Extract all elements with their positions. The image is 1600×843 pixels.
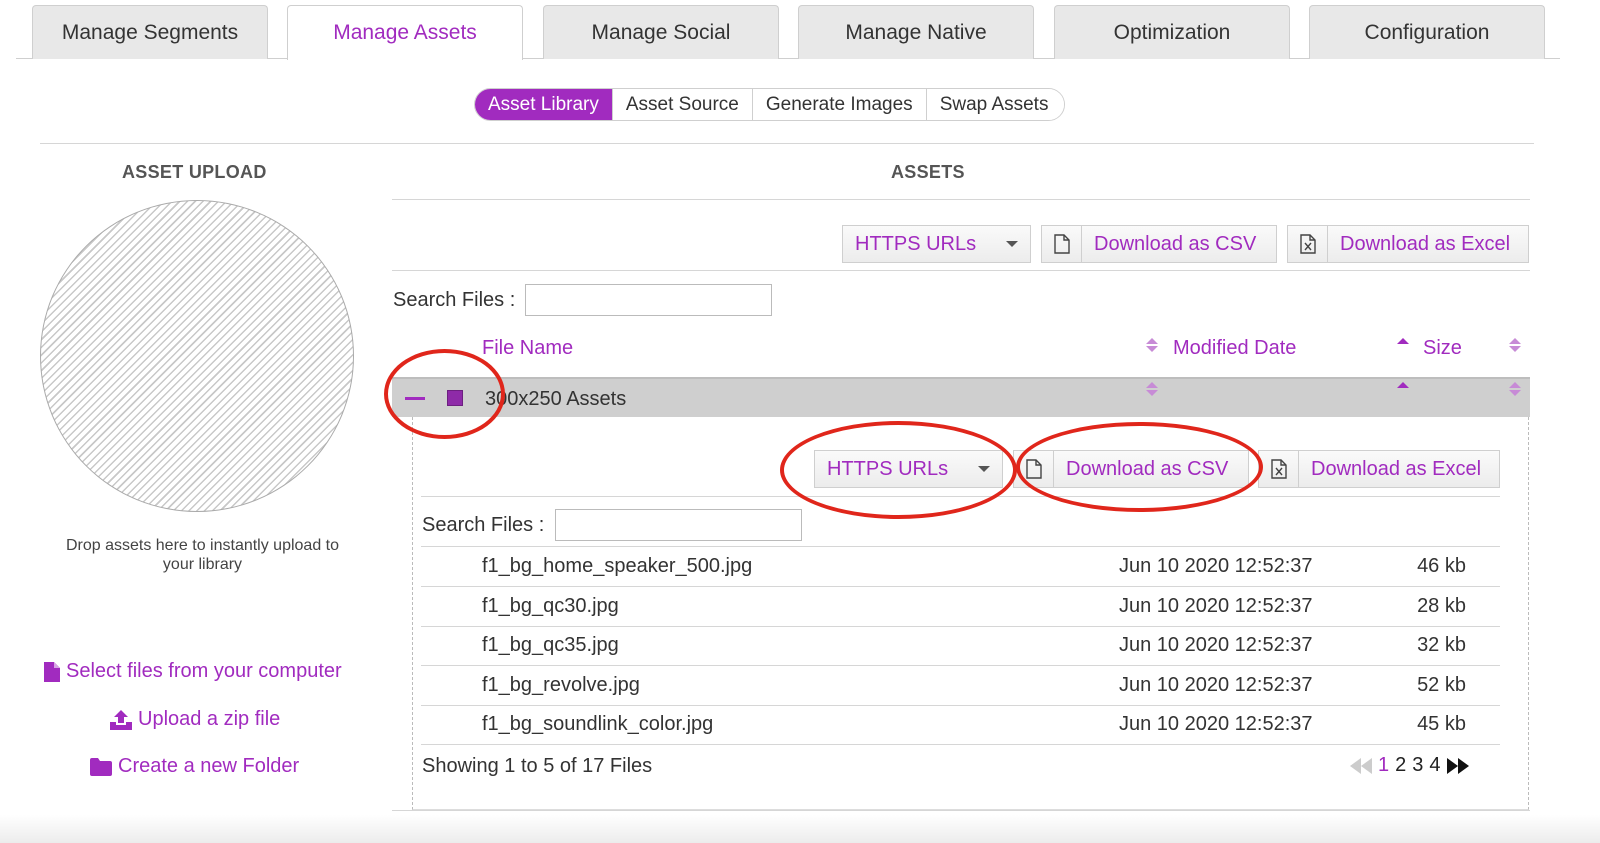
- folder-icon: [90, 757, 112, 776]
- document-icon: [1014, 451, 1054, 487]
- subtab-asset-source[interactable]: Asset Source: [612, 89, 753, 120]
- column-modified-date[interactable]: Modified Date: [1173, 337, 1296, 360]
- download-csv-label: Download as CSV: [1094, 232, 1257, 255]
- tab-configuration[interactable]: Configuration: [1309, 5, 1545, 59]
- page-3[interactable]: 3: [1412, 754, 1423, 777]
- file-date: Jun 10 2020 12:52:37: [1119, 595, 1313, 617]
- folder-checkbox[interactable]: [447, 390, 463, 406]
- subtab-generate-images[interactable]: Generate Images: [752, 89, 927, 120]
- page-bottom-shadow: [0, 815, 1600, 843]
- file-name: f1_bg_revolve.jpg: [482, 674, 640, 696]
- chevron-down-icon: [978, 466, 990, 472]
- document-icon: [1042, 226, 1082, 262]
- page-1[interactable]: 1: [1378, 754, 1389, 777]
- asset-subtab-bar: Asset Library Asset Source Generate Imag…: [474, 88, 1066, 121]
- tab-manage-native[interactable]: Manage Native: [798, 5, 1034, 59]
- file-name: f1_bg_qc30.jpg: [482, 595, 619, 617]
- drop-zone-hint: Drop assets here to instantly upload to …: [65, 537, 340, 573]
- table-row[interactable]: f1_bg_revolve.jpg Jun 10 2020 12:52:37 5…: [421, 666, 1500, 706]
- section-divider: [40, 143, 1534, 144]
- url-type-value: HTTPS URLs: [855, 232, 977, 255]
- subtab-swap-assets[interactable]: Swap Assets: [926, 89, 1065, 120]
- pagination: 1 2 3 4: [1350, 754, 1469, 777]
- tab-optimization[interactable]: Optimization: [1054, 5, 1290, 59]
- folder-search-label: Search Files :: [422, 514, 545, 536]
- table-row[interactable]: f1_bg_qc30.jpg Jun 10 2020 12:52:37 28 k…: [421, 587, 1500, 627]
- sort-ascending-icon[interactable]: [1397, 382, 1409, 388]
- search-files-label: Search Files :: [393, 289, 516, 311]
- folder-download-excel-label: Download as Excel: [1311, 457, 1482, 480]
- folder-toolbar-divider: [421, 496, 1500, 497]
- assets-bottom-divider: [392, 810, 1530, 811]
- assets-header-divider: [392, 199, 1530, 200]
- main-tab-bar: Manage Segments Manage Assets Manage Soc…: [16, 0, 1560, 60]
- collapse-icon[interactable]: [405, 397, 425, 400]
- file-date: Jun 10 2020 12:52:37: [1119, 555, 1313, 577]
- file-date: Jun 10 2020 12:52:37: [1119, 674, 1313, 696]
- file-size: 46 kb: [1417, 555, 1466, 577]
- column-size[interactable]: Size: [1423, 337, 1462, 360]
- page-2[interactable]: 2: [1395, 754, 1406, 777]
- sort-icon[interactable]: [1146, 382, 1158, 396]
- folder-name: 300x250 Assets: [485, 388, 627, 410]
- file-name: f1_bg_home_speaker_500.jpg: [482, 555, 753, 577]
- table-row[interactable]: f1_bg_home_speaker_500.jpg Jun 10 2020 1…: [421, 547, 1500, 587]
- table-row[interactable]: f1_bg_soundlink_color.jpg Jun 10 2020 12…: [421, 705, 1500, 745]
- download-csv-button[interactable]: Download as CSV: [1041, 225, 1277, 263]
- upload-zip-label: Upload a zip file: [138, 708, 281, 730]
- download-excel-label: Download as Excel: [1340, 232, 1511, 255]
- assets-title: ASSETS: [891, 162, 965, 182]
- sort-icon[interactable]: [1509, 338, 1521, 352]
- select-files-link[interactable]: Select files from your computer: [44, 660, 342, 683]
- folder-download-csv-button[interactable]: Download as CSV: [1013, 450, 1249, 488]
- folder-row[interactable]: 300x250 Assets: [392, 377, 1530, 417]
- select-files-label: Select files from your computer: [66, 660, 342, 682]
- file-name: f1_bg_soundlink_color.jpg: [482, 713, 714, 735]
- download-excel-button[interactable]: Download as Excel: [1287, 225, 1529, 263]
- file-size: 28 kb: [1417, 595, 1466, 617]
- table-row[interactable]: f1_bg_qc35.jpg Jun 10 2020 12:52:37 32 k…: [421, 626, 1500, 666]
- folder-download-excel-button[interactable]: Download as Excel: [1258, 450, 1500, 488]
- next-page-icon[interactable]: [1446, 757, 1469, 774]
- file-size: 32 kb: [1417, 634, 1466, 656]
- excel-file-icon: [1259, 451, 1299, 487]
- column-file-name[interactable]: File Name: [482, 337, 573, 360]
- file-size: 45 kb: [1417, 713, 1466, 735]
- folder-download-csv-label: Download as CSV: [1066, 457, 1229, 480]
- file-date: Jun 10 2020 12:52:37: [1119, 713, 1313, 735]
- tab-manage-segments[interactable]: Manage Segments: [32, 5, 268, 59]
- sort-icon[interactable]: [1509, 382, 1521, 396]
- asset-drop-zone[interactable]: [40, 200, 354, 512]
- chevron-down-icon: [1006, 241, 1018, 247]
- toolbar-divider: [392, 270, 1530, 271]
- tab-manage-social[interactable]: Manage Social: [543, 5, 779, 59]
- file-icon: [44, 661, 60, 682]
- file-size: 52 kb: [1417, 674, 1466, 696]
- asset-upload-title: ASSET UPLOAD: [122, 162, 267, 182]
- folder-url-type-value: HTTPS URLs: [827, 457, 949, 480]
- sort-ascending-icon[interactable]: [1397, 338, 1409, 344]
- previous-page-icon[interactable]: [1350, 757, 1372, 774]
- new-folder-label: Create a new Folder: [118, 755, 300, 777]
- excel-file-icon: [1288, 226, 1328, 262]
- subtab-asset-library[interactable]: Asset Library: [475, 89, 613, 120]
- file-name: f1_bg_qc35.jpg: [482, 634, 619, 656]
- url-type-select[interactable]: HTTPS URLs: [842, 225, 1031, 263]
- page-4[interactable]: 4: [1429, 754, 1440, 777]
- search-files-input[interactable]: [525, 284, 772, 316]
- new-folder-link[interactable]: Create a new Folder: [90, 755, 299, 778]
- file-date: Jun 10 2020 12:52:37: [1119, 634, 1313, 656]
- upload-icon: [110, 709, 132, 730]
- tab-manage-assets[interactable]: Manage Assets: [287, 5, 523, 60]
- pagination-summary: Showing 1 to 5 of 17 Files: [422, 755, 653, 777]
- upload-zip-link[interactable]: Upload a zip file: [110, 708, 280, 731]
- folder-url-type-select[interactable]: HTTPS URLs: [814, 450, 1003, 488]
- sort-icon[interactable]: [1146, 338, 1158, 352]
- folder-search-input[interactable]: [555, 509, 802, 541]
